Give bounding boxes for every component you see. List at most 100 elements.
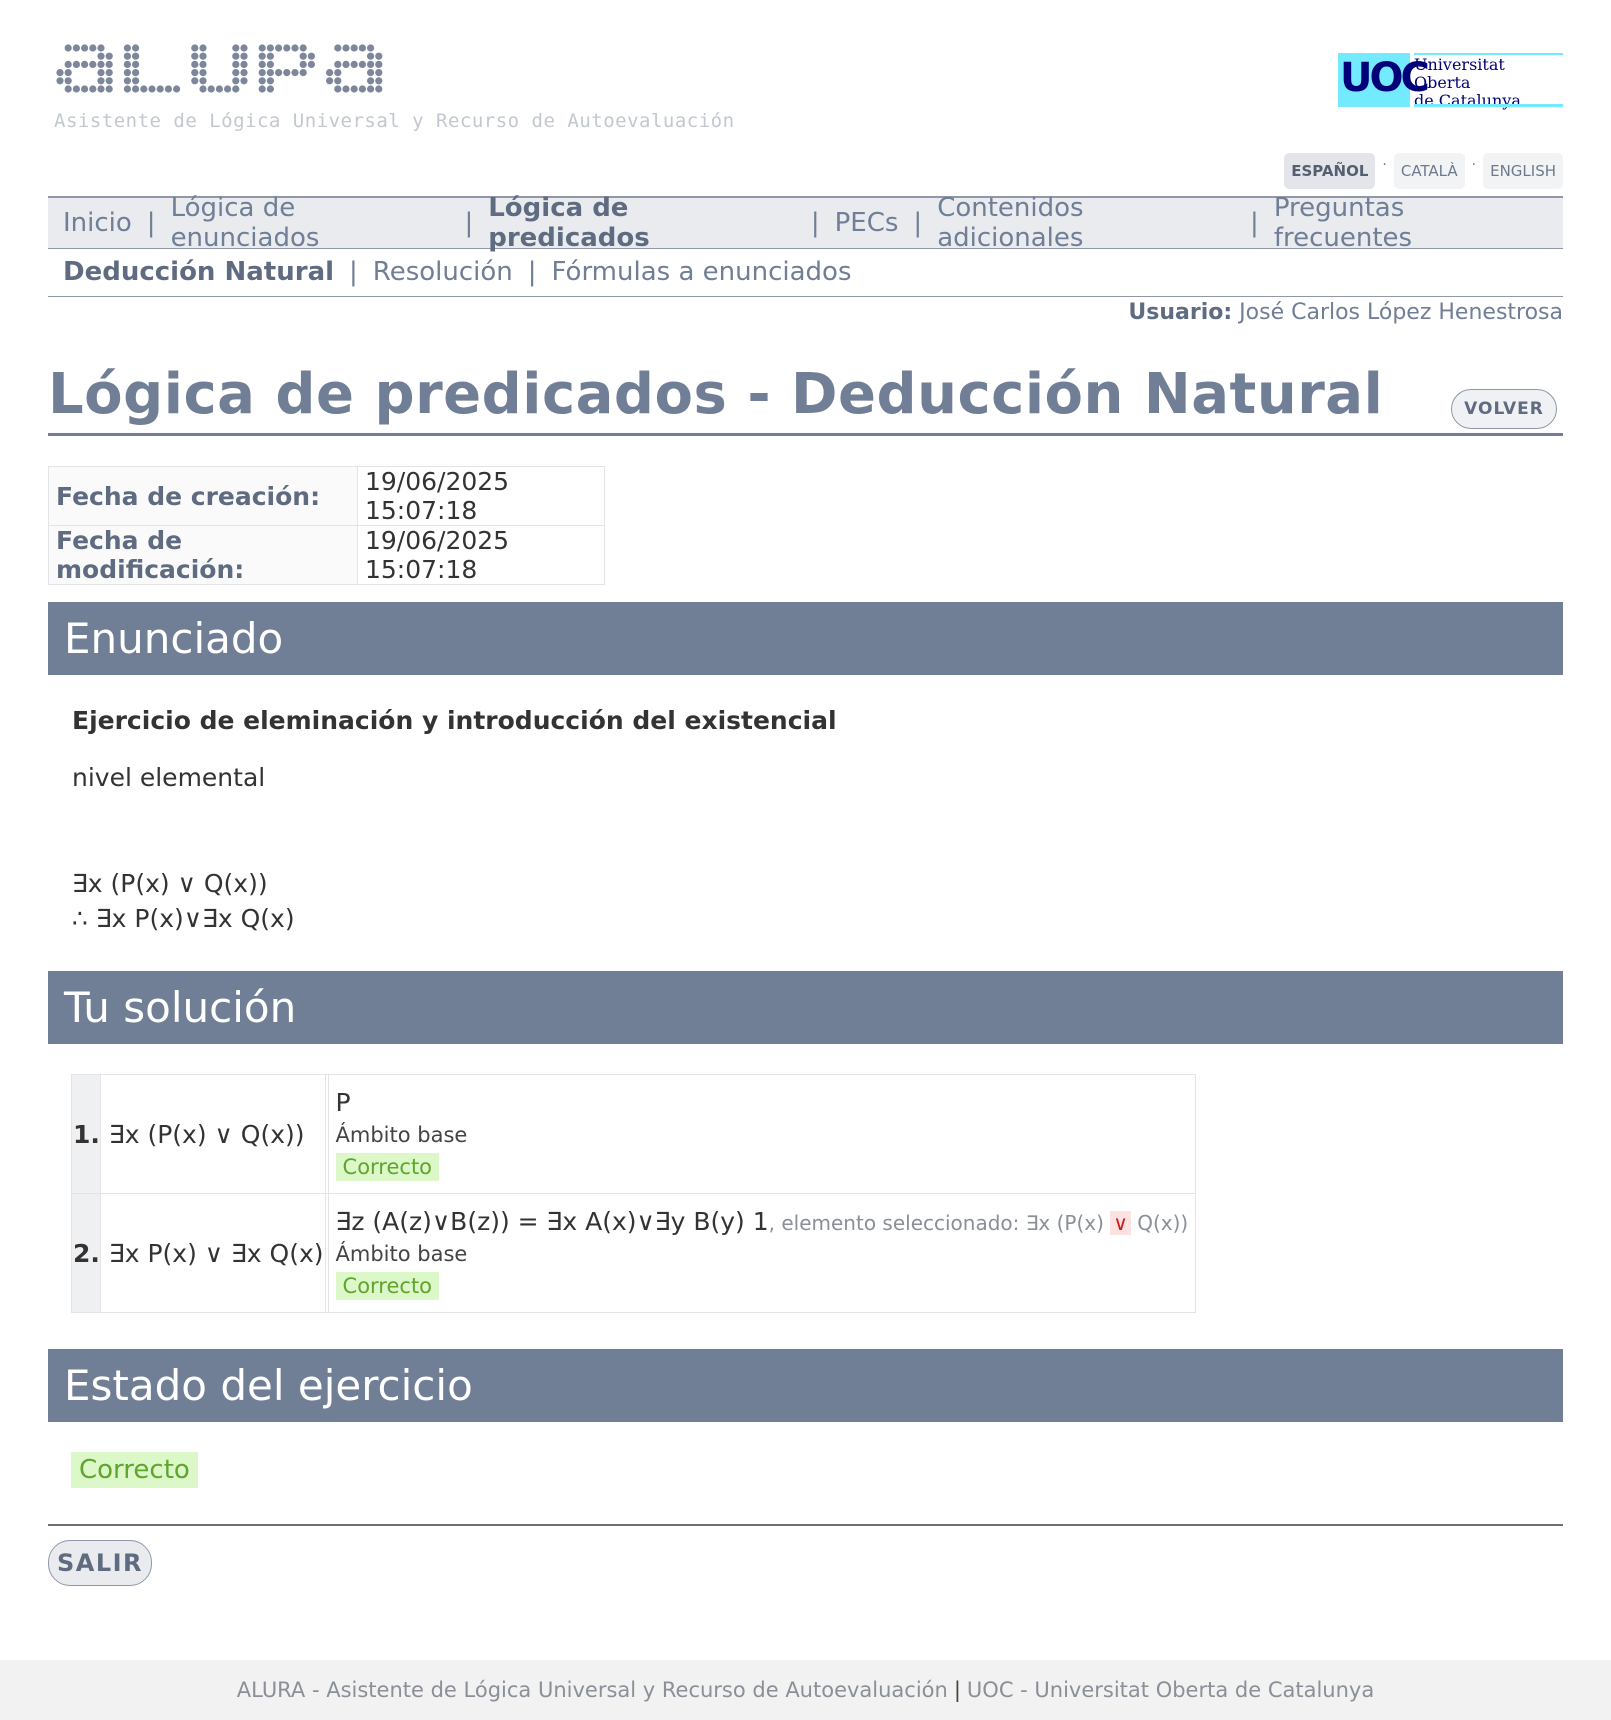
alura-logo[interactable] [56,38,426,100]
logo-dot [334,77,342,85]
subnav-item-resolucion[interactable]: Resolución [358,257,528,287]
logo-dot [266,52,274,60]
main-nav: Inicio | Lógica de enunciados | Lógica d… [48,193,1563,253]
logo-dot [123,44,131,52]
rule-selected-prefix: , elemento seleccionado: ∃x (P(x) [768,1210,1111,1235]
logo-dot [89,85,97,93]
status-badge: Correcto [71,1452,198,1488]
logo-dot [97,69,105,77]
footer-alura-text: ALURA - Asistente de Lógica Universal y … [236,1678,948,1702]
logo-dot [89,60,97,68]
logo-dot [350,60,358,68]
logo-dot [191,44,199,52]
nav-separator: | [1250,208,1259,238]
logo-dot [123,85,131,93]
logo-dot [342,60,350,68]
sub-nav: Deducción Natural | Resolución | Fórmula… [48,248,1563,297]
logo-dot [307,52,315,60]
logo-dot [367,60,375,68]
logo-dot [132,77,140,85]
logo-dot [350,44,358,52]
language-catala[interactable]: CATALÀ [1393,153,1465,189]
language-espanol[interactable]: ESPAÑOL [1284,153,1376,189]
dates-table: Fecha de creación: 19/06/2025 15:07:18 F… [48,466,605,585]
logo-dot [266,44,274,52]
logo-dot [266,85,274,93]
logo-dot [97,77,105,85]
subnav-item-formulas-enunciados[interactable]: Fórmulas a enunciados [537,257,867,287]
logo-dot [375,52,383,60]
table-row: 1. ∃x (P(x) ∨ Q(x)) P Ámbito base Correc… [71,1074,1197,1194]
logo-tagline: Asistente de Lógica Universal y Recurso … [54,110,735,132]
logo-dot [156,85,164,93]
logo-dot [240,60,248,68]
line-number: 1. [71,1074,101,1194]
logo-dot [199,77,207,85]
logo-dot [240,44,248,52]
logo-dot [258,85,266,93]
logo-dot [232,77,240,85]
logo-dot [224,85,232,93]
nav-item-contenidos-adicionales[interactable]: Contenidos adicionales [922,193,1250,253]
logo-dot [358,44,366,52]
nav-item-inicio[interactable]: Inicio [48,208,147,238]
logo-dot [64,44,72,52]
logo-dot [97,85,105,93]
line-formula: ∃x P(x) ∨ ∃x Q(x) [99,1193,326,1313]
logo-dot [199,85,207,93]
logo-dot [64,69,72,77]
exercise-title: Ejercicio de eleminación y introducción … [72,706,837,735]
logo-dot [132,69,140,77]
solution-table: 1. ∃x (P(x) ∨ Q(x)) P Ámbito base Correc… [71,1074,1197,1313]
premise: ∃x (P(x) ∨ Q(x)) [72,869,268,898]
result-badge: Correcto [335,1271,440,1300]
nav-separator: | [349,257,358,287]
logo-dot [232,69,240,77]
logo-dot [283,44,291,52]
logo-dot [291,69,299,77]
subnav-item-deduccion-natural[interactable]: Deducción Natural [48,257,349,287]
logo-dot [191,52,199,60]
logo-dot [105,85,113,93]
section-header-enunciado: Enunciado [48,602,1563,675]
modified-value: 19/06/2025 15:07:18 [357,525,605,585]
footer-uoc-link[interactable]: UOC - Universitat Oberta de Catalunya [967,1678,1374,1702]
logo-dot [299,44,307,52]
modified-label: Fecha de modificación: [48,525,358,585]
uoc-logo-name: Universitat Oberta de Catalunya [1414,56,1563,110]
logo-dot [375,60,383,68]
logo-dot [207,85,215,93]
logo-dot [123,52,131,60]
logo-dot [334,60,342,68]
logo-dot [375,77,383,85]
nav-item-logica-enunciados[interactable]: Lógica de enunciados [156,193,465,253]
section-header-solucion: Tu solución [48,971,1563,1044]
table-row: Fecha de modificación: 19/06/2025 15:07:… [48,525,605,585]
logo-dot [326,77,334,85]
logo-dot [64,85,72,93]
back-button[interactable]: VOLVER [1451,389,1557,429]
uoc-logo[interactable]: UOC Universitat Oberta de Catalunya [1338,53,1563,110]
logo-dot [105,77,113,85]
logo-dot [72,60,80,68]
logo-dot [199,69,207,77]
logo-dot [367,44,375,52]
logo-dot [132,60,140,68]
language-english[interactable]: ENGLISH [1483,153,1563,189]
line-detail: ∃z (A(z)∨B(z)) = ∃x A(x)∨∃y B(y) 1, elem… [327,1193,1197,1313]
alura-logo-graphic [56,44,383,93]
logo-dot [199,60,207,68]
logo-dot [232,44,240,52]
exit-button[interactable]: SALIR [48,1540,152,1586]
logo-dot [105,60,113,68]
nav-item-pecs[interactable]: PECs [820,208,914,238]
logo-dot [123,69,131,77]
logo-dot [64,60,72,68]
logo-dot [367,52,375,60]
line-detail: P Ámbito base Correcto [327,1074,1197,1194]
logo-dot [299,69,307,77]
logo-dot [132,85,140,93]
nav-item-logica-predicados[interactable]: Lógica de predicados [473,193,811,253]
nav-item-preguntas-frecuentes[interactable]: Preguntas frecuentes [1259,193,1563,253]
logo-dot [105,52,113,60]
